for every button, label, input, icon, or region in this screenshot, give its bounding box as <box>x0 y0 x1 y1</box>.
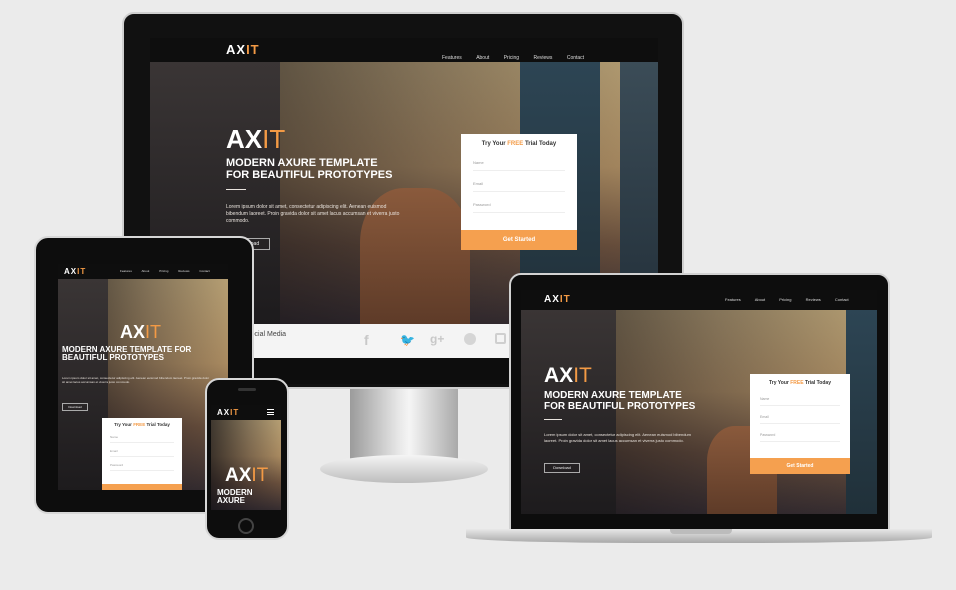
laptop-logo[interactable]: AXIT <box>544 294 571 305</box>
tablet-navbar: AXIT Features About Pricing Reviews Cont… <box>58 264 228 279</box>
tablet-email-field[interactable]: Email <box>110 449 174 457</box>
tablet-name-field[interactable]: Name <box>110 435 174 443</box>
laptop-notch <box>670 529 732 534</box>
desktop-navbar: AXIT Features About Pricing Reviews Cont… <box>150 38 658 62</box>
facebook-icon[interactable]: f <box>364 332 369 348</box>
laptop-download-button[interactable]: Download <box>544 463 580 473</box>
laptop-nav-reviews[interactable]: Reviews <box>806 297 821 302</box>
monitor-stand-neck <box>350 389 458 459</box>
password-field[interactable]: Password <box>473 202 565 213</box>
hero-divider <box>226 189 246 190</box>
tablet-download-button[interactable]: Download <box>62 403 88 411</box>
laptop-email-field[interactable]: Email <box>760 415 840 424</box>
name-field[interactable]: Name <box>473 160 565 171</box>
phone-hero-title: AXIT <box>225 465 269 486</box>
laptop-hero-description: Lorem ipsum dolor sit amet, consectetur … <box>544 432 691 443</box>
laptop-nav-menu: Features About Pricing Reviews Contact <box>725 297 849 302</box>
laptop-hero-title: AXIT <box>544 364 592 387</box>
laptop-navbar: AXIT Features About Pricing Reviews Cont… <box>521 290 877 310</box>
nav-item-pricing[interactable]: Pricing <box>504 55 519 61</box>
twitter-icon[interactable]: 🐦 <box>400 333 415 347</box>
phone-hero-subtitle: MODERN AXURE <box>217 488 253 506</box>
laptop-get-started-button[interactable]: Get Started <box>750 458 850 474</box>
laptop-trial-form: Try Your FREE Trial Today Name Email Pas… <box>750 374 850 474</box>
tablet-screen: AXIT Features About Pricing Reviews Cont… <box>58 264 228 490</box>
tablet-hero-description: Lorem ipsum dolor sit amet, consectetur … <box>62 376 210 385</box>
tablet-nav-features[interactable]: Features <box>120 269 132 273</box>
hero-title: AXIT <box>226 124 286 154</box>
hamburger-menu-icon[interactable] <box>267 409 274 415</box>
hero-description: Lorem ipsum dolor sit amet, consectetur … <box>226 204 400 224</box>
laptop-name-field[interactable]: Name <box>760 397 840 406</box>
laptop-nav-pricing[interactable]: Pricing <box>779 297 791 302</box>
tablet-nav-contact[interactable]: Contact <box>199 269 209 273</box>
laptop-password-field[interactable]: Password <box>760 433 840 442</box>
hero-subtitle: MODERN AXURE TEMPLATE FOR BEAUTIFUL PROTO… <box>226 157 393 181</box>
phone-home-button[interactable] <box>238 518 254 534</box>
pinterest-icon[interactable] <box>464 333 476 345</box>
logo[interactable]: AXIT <box>226 42 260 57</box>
laptop-hero-subtitle: MODERN AXURE TEMPLATE FOR BEAUTIFUL PROTO… <box>544 390 696 412</box>
tablet-nav-pricing[interactable]: Pricing <box>159 269 168 273</box>
laptop-screen: AXIT Features About Pricing Reviews Cont… <box>521 290 877 514</box>
tablet-nav-reviews[interactable]: Reviews <box>178 269 189 273</box>
phone-logo[interactable]: AXIT <box>217 408 239 417</box>
email-field[interactable]: Email <box>473 181 565 192</box>
phone-navbar: AXIT <box>211 405 281 420</box>
tablet-hero-title: AXIT <box>120 322 162 342</box>
nav-item-contact[interactable]: Contact <box>567 55 584 61</box>
tablet-nav-menu: Features About Pricing Reviews Contact <box>120 269 210 273</box>
instagram-icon[interactable] <box>495 333 506 344</box>
nav-item-reviews[interactable]: Reviews <box>533 55 552 61</box>
tablet-password-field[interactable]: Password <box>110 463 174 471</box>
laptop-nav-contact[interactable]: Contact <box>835 297 849 302</box>
trial-form: Try Your FREE Trial Today Name Email Pas… <box>461 134 577 250</box>
nav-item-about[interactable]: About <box>476 55 489 61</box>
desktop-nav-menu: Features About Pricing Reviews Contact <box>432 46 584 64</box>
google-plus-icon[interactable]: g+ <box>430 332 444 346</box>
phone-screen: AXIT AXIT MODERN AXURE <box>211 405 281 510</box>
laptop-hero-divider <box>544 419 562 420</box>
tablet-trial-form: Try Your FREE Trial Today Name Email Pas… <box>102 418 182 490</box>
tablet-logo[interactable]: AXIT <box>64 267 86 276</box>
nav-item-features[interactable]: Features <box>442 55 462 61</box>
get-started-button[interactable]: Get Started <box>461 230 577 250</box>
tablet-nav-about[interactable]: About <box>142 269 150 273</box>
laptop-nav-features[interactable]: Features <box>725 297 741 302</box>
tablet-hero-subtitle: MODERN AXURE TEMPLATE FOR BEAUTIFUL PROTO… <box>62 345 192 363</box>
monitor-stand-base <box>320 455 488 483</box>
tablet-get-started-button[interactable] <box>102 484 182 490</box>
laptop-nav-about[interactable]: About <box>755 297 765 302</box>
phone-speaker <box>238 388 256 391</box>
